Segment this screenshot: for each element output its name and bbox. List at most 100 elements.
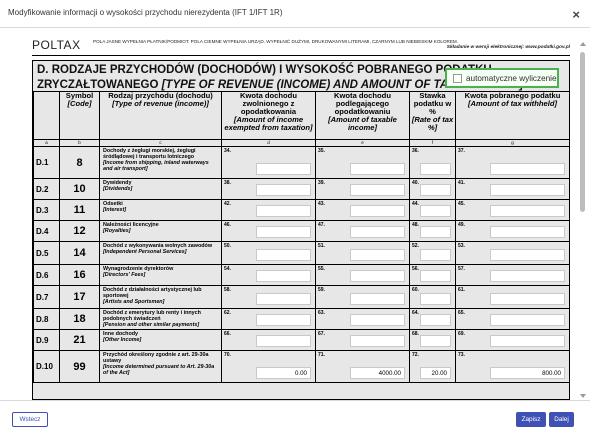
auto-calc-checkbox[interactable] xyxy=(453,74,462,83)
dialog-titlebar: Modyfikowanie informacji o wysokości prz… xyxy=(0,0,590,28)
version-note: Składanie w wersji elektronicznej: www.p… xyxy=(446,45,570,50)
amount-input[interactable] xyxy=(490,249,565,261)
amount-input[interactable] xyxy=(490,226,565,238)
amount-input[interactable] xyxy=(256,270,311,282)
amount-input[interactable] xyxy=(256,205,311,217)
row-id: D.9 xyxy=(33,329,60,351)
scroll-down-icon[interactable] xyxy=(580,394,586,398)
amount-input[interactable] xyxy=(350,335,405,347)
amount-input[interactable] xyxy=(256,293,311,305)
table-header-row: Symbol [Code] Rodzaj przychodu (dochodu)[… xyxy=(33,91,570,140)
amount-input[interactable] xyxy=(256,163,311,175)
amount-input[interactable] xyxy=(256,314,311,326)
field-number: 45. xyxy=(458,201,465,207)
amount-input[interactable] xyxy=(256,335,311,347)
amount-input[interactable] xyxy=(350,249,405,261)
amount-input[interactable] xyxy=(256,226,311,238)
back-button[interactable]: Wstecz xyxy=(12,412,48,427)
row-id: D.10 xyxy=(33,350,60,383)
next-button[interactable]: Dalej xyxy=(549,412,574,427)
field-number: 63. xyxy=(318,310,325,316)
scroll-thumb[interactable] xyxy=(580,52,585,212)
amount-input[interactable] xyxy=(420,226,451,238)
row-description: Przychód określony zgodnie z art. 29-30a… xyxy=(99,350,222,383)
dialog-title: Modyfikowanie informacji o wysokości prz… xyxy=(8,8,283,17)
save-button[interactable]: Zapisz xyxy=(516,412,546,427)
field-cell: 46. xyxy=(221,220,316,242)
auto-calc-toggle[interactable]: automatyczne wyliczenie xyxy=(445,68,559,88)
field-number: 43. xyxy=(318,201,325,207)
row-description-pl: Dochody z żeglugi morskiej, żeglugi śród… xyxy=(103,148,196,160)
table-row: D.7 17 Dochód z działalności artystycznej … xyxy=(33,285,570,309)
field-number: 72. xyxy=(412,352,419,358)
row-description: Należności licencyjne [Royalties] xyxy=(99,220,222,242)
amount-input[interactable] xyxy=(490,335,565,347)
field-cell: 69. xyxy=(455,329,570,351)
amount-input[interactable] xyxy=(420,205,451,217)
amount-input[interactable] xyxy=(420,293,451,305)
field-cell: 43. xyxy=(315,199,410,221)
amount-input[interactable] xyxy=(350,314,405,326)
amount-input[interactable] xyxy=(350,270,405,282)
amount-input[interactable] xyxy=(256,184,311,196)
amount-input[interactable] xyxy=(420,270,451,282)
field-number: 70. xyxy=(224,352,231,358)
amount-input[interactable] xyxy=(420,163,451,175)
amount-input[interactable] xyxy=(350,184,405,196)
header-cell-exempt: Kwota dochodu zwolnionego z opodatkowani… xyxy=(221,91,316,140)
amount-input[interactable]: 0.00 xyxy=(256,367,311,379)
row-description: Dochód z działalności artystycznej lub s… xyxy=(99,285,222,309)
scroll-up-icon[interactable] xyxy=(580,42,586,46)
amount-input[interactable]: 20.00 xyxy=(420,367,451,379)
amount-input[interactable] xyxy=(256,249,311,261)
field-cell: 51. xyxy=(315,241,410,265)
field-cell: 71. 4000.00 xyxy=(315,350,410,383)
table-row: D.4 12 Należności licencyjne [Royalties] 46.… xyxy=(33,220,570,242)
amount-input[interactable] xyxy=(350,205,405,217)
row-id: D.2 xyxy=(33,178,60,200)
row-symbol: 16 xyxy=(59,264,100,286)
amount-input[interactable] xyxy=(420,314,451,326)
field-number: 46. xyxy=(224,222,231,228)
field-number: 66. xyxy=(224,331,231,337)
field-cell: 66. xyxy=(221,329,316,351)
row-description-en: [Artists and Sportsmen] xyxy=(103,299,165,305)
amount-input[interactable] xyxy=(490,270,565,282)
table-row: D.3 11 Odsetki [Interest] 42. 43. 44. 45. xyxy=(33,199,570,221)
amount-input[interactable] xyxy=(420,184,451,196)
table-row: D.5 14 Dochód z wykonywania wolnych zawodó… xyxy=(33,241,570,265)
vertical-scrollbar[interactable] xyxy=(579,42,586,398)
amount-input[interactable]: 4000.00 xyxy=(350,367,405,379)
row-description: Inne dochody [Other Income] xyxy=(99,329,222,351)
field-number: 55. xyxy=(318,266,325,272)
field-cell: 72. 20.00 xyxy=(409,350,456,383)
header-cell-rate: Stawka podatku w % [Rate of tax %] xyxy=(409,91,456,140)
modal-dialog: Modyfikowanie informacji o wysokości prz… xyxy=(0,0,590,439)
amount-input[interactable] xyxy=(350,293,405,305)
row-description-pl: Dochód z emerytury lub renty i innych po… xyxy=(103,310,201,322)
table-row: D.9 21 Inne dochody [Other Income] 66. 67. 68.… xyxy=(33,329,570,351)
amount-input[interactable] xyxy=(490,184,565,196)
field-cell: 38. xyxy=(221,178,316,200)
row-symbol: 21 xyxy=(59,329,100,351)
amount-input[interactable] xyxy=(420,249,451,261)
row-description-en: [Income determined pursuant to Art. 29-3… xyxy=(103,364,215,376)
amount-input[interactable] xyxy=(350,163,405,175)
field-number: 69. xyxy=(458,331,465,337)
amount-input[interactable] xyxy=(490,314,565,326)
close-icon[interactable]: × xyxy=(572,7,580,22)
field-cell: 63. xyxy=(315,308,410,330)
field-number: 62. xyxy=(224,310,231,316)
amount-input[interactable]: 800.00 xyxy=(490,367,565,379)
field-number: 52. xyxy=(412,243,419,249)
amount-input[interactable] xyxy=(420,335,451,347)
field-cell: 67. xyxy=(315,329,410,351)
amount-input[interactable] xyxy=(490,293,565,305)
form-header: POLTAX POLA JASNE WYPEŁNIA PŁATNIK/PODMI… xyxy=(32,36,570,56)
row-description-en: [Other Income] xyxy=(103,337,142,343)
amount-input[interactable] xyxy=(490,163,565,175)
amount-input[interactable] xyxy=(350,226,405,238)
field-number: 44. xyxy=(412,201,419,207)
amount-input[interactable] xyxy=(490,205,565,217)
row-description-en: [Independent Personal Services] xyxy=(103,249,187,255)
